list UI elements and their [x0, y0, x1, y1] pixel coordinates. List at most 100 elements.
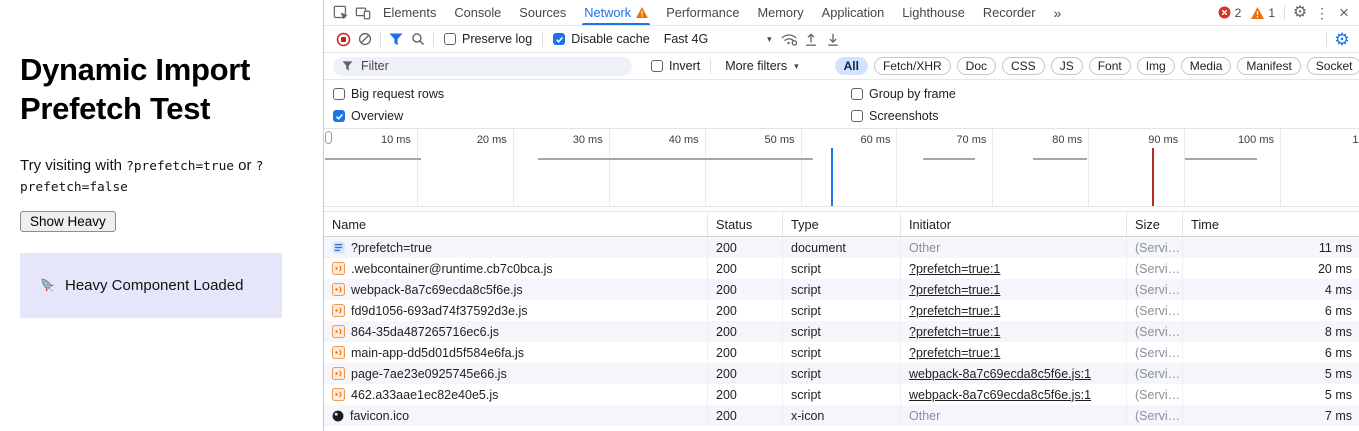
resource-type-chips: All Fetch/XHR Doc CSS JS Font Img Media Manifest…: [835, 57, 1359, 75]
device-toolbar-icon[interactable]: [352, 2, 374, 24]
inspect-element-icon[interactable]: [330, 2, 352, 24]
network-request-row[interactable]: page-7ae23e0925745e66.js200scriptwebpack…: [324, 363, 1359, 384]
network-request-row[interactable]: 462.a33aae1ec82e40e5.js200scriptwebpack-…: [324, 384, 1359, 405]
filter-chip-manifest[interactable]: Manifest: [1237, 57, 1300, 75]
import-har-icon[interactable]: [800, 28, 822, 50]
divider: [433, 32, 434, 47]
invert-checkbox[interactable]: Invert: [645, 59, 706, 73]
size-cell: (Servi…: [1127, 279, 1183, 300]
filter-row: Invert More filters ▾ All Fetch/XHR Doc CSS…: [324, 53, 1359, 80]
timeline-tick-label: 80 ms: [324, 134, 1082, 146]
initiator-cell: Other: [901, 237, 1127, 258]
column-header-size[interactable]: Size: [1127, 212, 1183, 236]
timeline-tick-label: 110: [324, 134, 1359, 146]
script-icon: [332, 367, 345, 380]
overview-activity-bar: [325, 158, 421, 160]
filter-toggle-icon[interactable]: [385, 28, 407, 50]
document-icon: [332, 241, 345, 254]
time-cell: 7 ms: [1183, 405, 1359, 426]
initiator-link[interactable]: ?prefetch=true:1: [909, 283, 1000, 297]
filter-chip-doc[interactable]: Doc: [957, 57, 996, 75]
tab-network[interactable]: Network: [575, 0, 657, 25]
column-header-type[interactable]: Type: [783, 212, 901, 236]
network-request-row[interactable]: fd9d1056-693ad74f37592d3e.js200script?pr…: [324, 300, 1359, 321]
network-conditions-icon[interactable]: [778, 28, 800, 50]
screen: Dynamic Import Prefetch Test Try visitin…: [0, 0, 1359, 431]
close-devtools-icon[interactable]: ×: [1333, 2, 1355, 24]
initiator-link[interactable]: ?prefetch=true:1: [909, 304, 1000, 318]
clear-network-log-button[interactable]: [354, 28, 376, 50]
filter-chip-font[interactable]: Font: [1089, 57, 1131, 75]
network-request-row[interactable]: ?prefetch=true200documentOther(Servi…11 …: [324, 237, 1359, 258]
request-name: webpack-8a7c69ecda8c5f6e.js: [351, 283, 523, 297]
intro-text: Try visiting with ?prefetch=true or ?pre…: [20, 156, 314, 198]
column-header-name[interactable]: Name: [324, 212, 708, 236]
filter-chip-media[interactable]: Media: [1181, 57, 1232, 75]
filter-chip-socket[interactable]: Socket: [1307, 57, 1359, 75]
initiator-link[interactable]: ?prefetch=true:1: [909, 325, 1000, 339]
filter-chip-img[interactable]: Img: [1137, 57, 1175, 75]
preserve-log-checkbox[interactable]: Preserve log: [438, 32, 538, 46]
overview-resize-handle[interactable]: [325, 131, 332, 144]
column-header-initiator[interactable]: Initiator: [901, 212, 1127, 236]
favicon-icon: [332, 410, 344, 422]
group-by-frame-checkbox[interactable]: Group by frame: [851, 87, 956, 101]
tab-elements[interactable]: Elements: [374, 0, 445, 25]
filter-text-field[interactable]: [359, 58, 623, 74]
tab-lighthouse[interactable]: Lighthouse: [893, 0, 974, 25]
type-cell: script: [783, 258, 901, 279]
column-header-time[interactable]: Time: [1183, 212, 1359, 236]
more-filters-button[interactable]: More filters ▾: [715, 59, 808, 73]
initiator-link[interactable]: webpack-8a7c69ecda8c5f6e.js:1: [909, 388, 1091, 402]
warning-count: 1: [1268, 6, 1275, 20]
checkbox-unchecked: [851, 88, 863, 100]
filter-input[interactable]: [333, 57, 632, 76]
tab-application[interactable]: Application: [813, 0, 894, 25]
more-tabs-button[interactable]: »: [1045, 5, 1071, 21]
tab-label: Lighthouse: [902, 5, 965, 20]
tabbar-tabs: ElementsConsoleSourcesNetworkPerformance…: [374, 0, 1045, 25]
timeline-gridline: [1184, 129, 1185, 206]
overview-activity-bar: [1185, 158, 1257, 160]
tab-recorder[interactable]: Recorder: [974, 0, 1045, 25]
tab-console[interactable]: Console: [445, 0, 510, 25]
network-overview-timeline[interactable]: 10 ms20 ms30 ms40 ms50 ms60 ms70 ms80 ms…: [324, 128, 1359, 207]
network-settings-gear-icon[interactable]: ⚙: [1331, 28, 1353, 50]
network-request-row[interactable]: main-app-dd5d01d5f584e6fa.js200script?pr…: [324, 342, 1359, 363]
console-errors-badge[interactable]: 2: [1213, 6, 1247, 20]
filter-chip-css[interactable]: CSS: [1002, 57, 1045, 75]
initiator-cell: ?prefetch=true:1: [901, 279, 1127, 300]
timeline-tick-label: 50 ms: [324, 134, 795, 146]
type-cell: script: [783, 384, 901, 405]
network-request-row[interactable]: 864-35da487265716ec6.js200script?prefetc…: [324, 321, 1359, 342]
request-name-cell: page-7ae23e0925745e66.js: [324, 363, 708, 384]
initiator-link[interactable]: ?prefetch=true:1: [909, 262, 1000, 276]
tab-memory[interactable]: Memory: [748, 0, 812, 25]
network-request-row[interactable]: .webcontainer@runtime.cb7c0bca.js200scri…: [324, 258, 1359, 279]
initiator-link[interactable]: webpack-8a7c69ecda8c5f6e.js:1: [909, 367, 1091, 381]
kebab-menu-icon[interactable]: ⋮: [1311, 2, 1333, 24]
screenshots-checkbox[interactable]: Screenshots: [851, 109, 938, 123]
error-icon: [1218, 6, 1231, 19]
disable-cache-checkbox[interactable]: Disable cache: [547, 32, 656, 46]
network-request-row[interactable]: favicon.ico200x-iconOther(Servi…7 ms: [324, 405, 1359, 426]
console-warnings-badge[interactable]: 1: [1246, 6, 1280, 20]
checkbox-checked: [553, 33, 565, 45]
overview-activity-bar: [923, 158, 975, 160]
filter-chip-js[interactable]: JS: [1051, 57, 1083, 75]
throttling-select[interactable]: Fast 4G ▾: [658, 32, 778, 46]
network-request-row[interactable]: webpack-8a7c69ecda8c5f6e.js200script?pre…: [324, 279, 1359, 300]
export-har-icon[interactable]: [822, 28, 844, 50]
column-header-status[interactable]: Status: [708, 212, 783, 236]
search-icon[interactable]: [407, 28, 429, 50]
record-network-log-button[interactable]: [332, 28, 354, 50]
filter-chip-fetch-xhr[interactable]: Fetch/XHR: [874, 57, 951, 75]
settings-gear-icon[interactable]: ⚙: [1289, 2, 1311, 24]
filter-chip-all[interactable]: All: [835, 57, 868, 75]
overview-checkbox[interactable]: Overview: [333, 109, 403, 123]
tab-performance[interactable]: Performance: [657, 0, 748, 25]
tab-sources[interactable]: Sources: [510, 0, 575, 25]
initiator-link[interactable]: ?prefetch=true:1: [909, 346, 1000, 360]
big-request-rows-checkbox[interactable]: Big request rows: [333, 87, 444, 101]
show-heavy-button[interactable]: Show Heavy: [20, 211, 116, 232]
